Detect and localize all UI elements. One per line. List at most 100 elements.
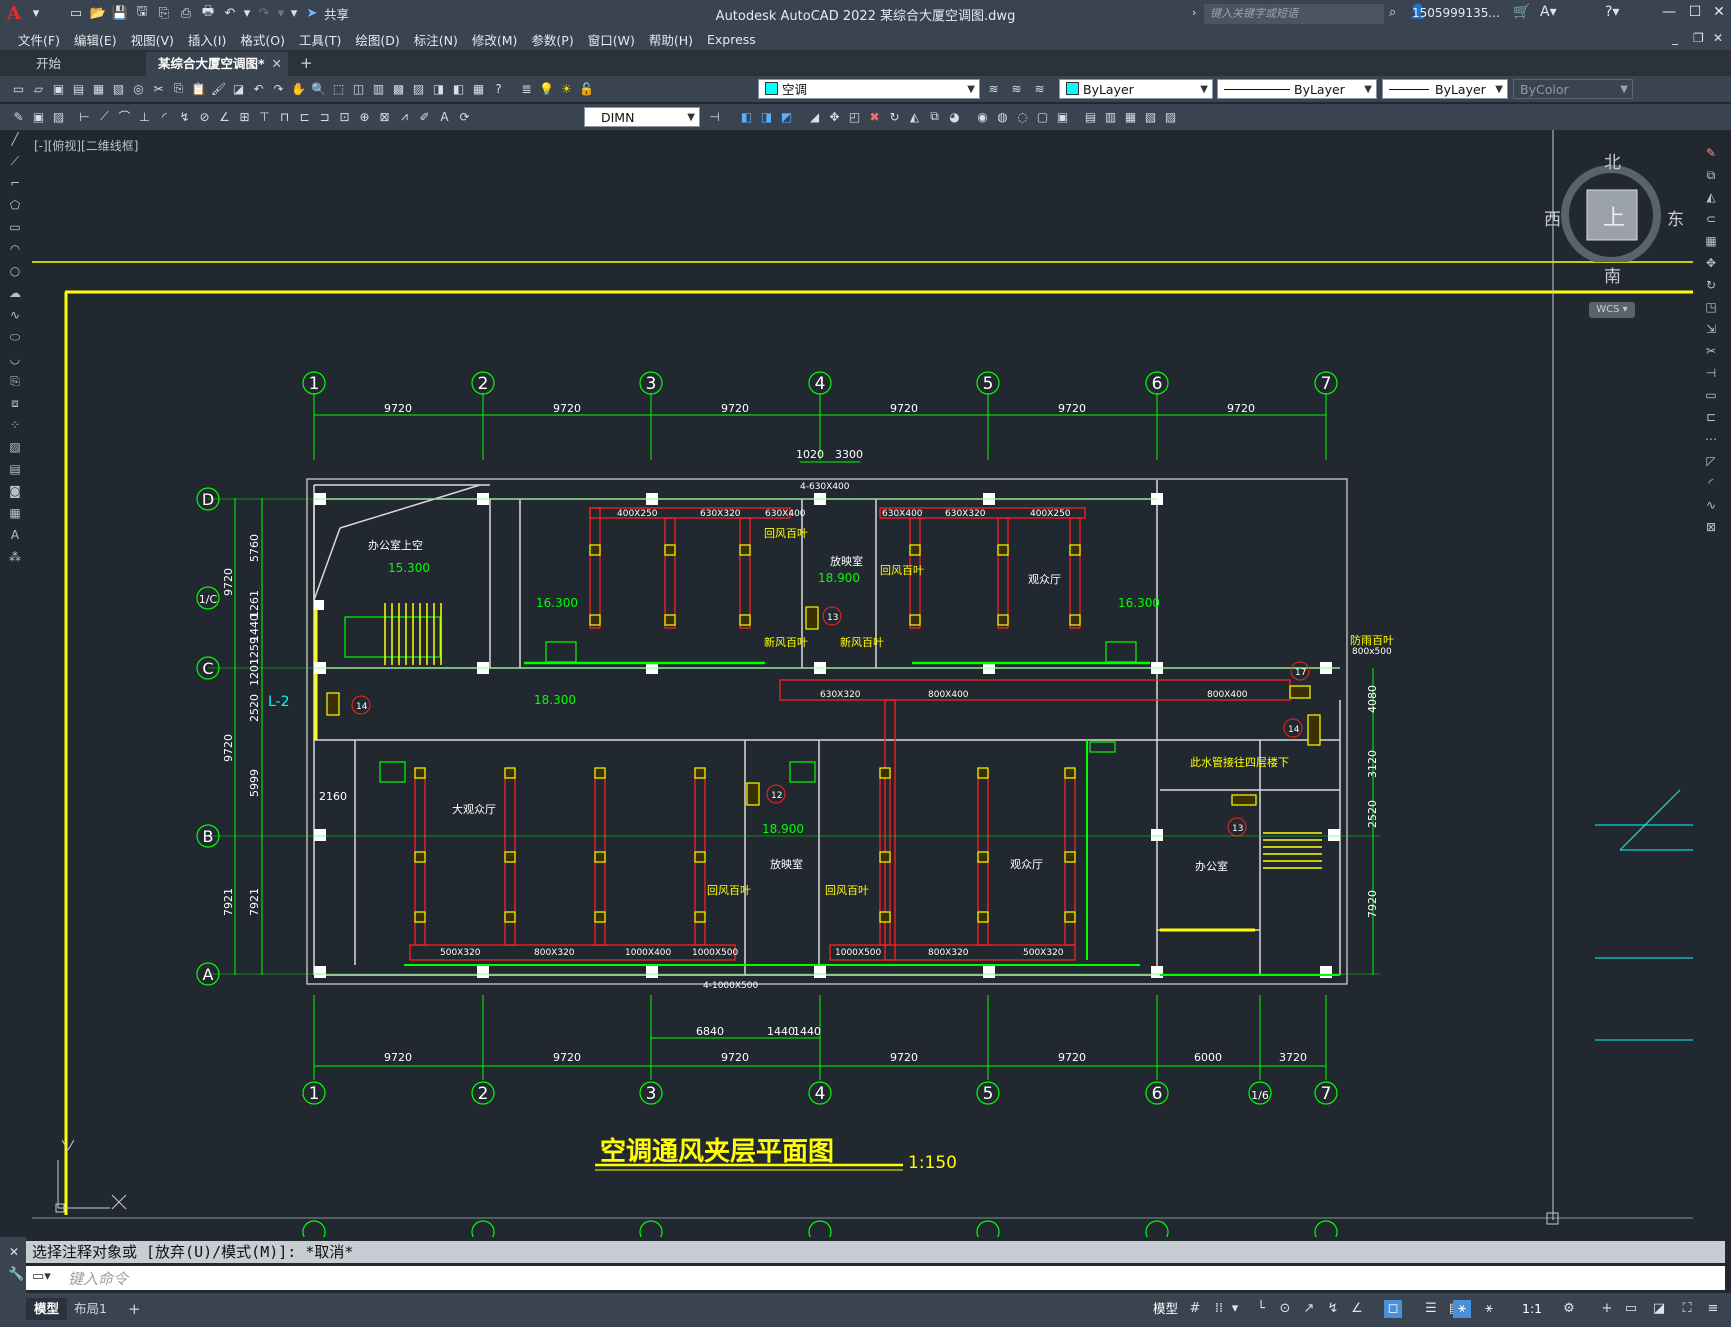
edit-icon[interactable]: ✎ [10,108,27,125]
account-name[interactable]: 1505999135... [1412,6,1500,20]
copy-icon[interactable]: ⎘ [170,80,187,97]
polyline-icon[interactable]: ⌐ [6,174,24,192]
viewcube[interactable]: 北 南 东 西 上 [1544,152,1684,287]
tolerance-icon[interactable]: ⊡ [336,108,353,125]
share-button[interactable]: 共享 [324,3,349,23]
dim-edit-icon[interactable]: ✐ [416,108,433,125]
expand-search-icon[interactable]: › [1192,6,1196,19]
dimstyle-dropdown[interactable]: DIMN ▼ [584,107,700,127]
menu-edit[interactable]: 编辑(E) [72,30,129,49]
break-at-point-icon[interactable]: ▭ [1702,386,1720,404]
hardware-acceleration-icon[interactable]: ◪ [1650,1300,1668,1318]
app-menu-caret-icon[interactable]: ▾ [26,3,46,23]
baseline-dim-icon[interactable]: ⊤ [256,108,273,125]
clean-screen-icon[interactable]: ⛶ [1678,1300,1696,1318]
arc-icon[interactable]: ◠ [6,240,24,258]
offset-faces-icon[interactable]: ◰ [846,108,863,125]
dim-break-icon[interactable]: ⊐ [316,108,333,125]
trim-icon[interactable]: ✂ [1702,342,1720,360]
cart-icon[interactable]: 🛒 [1513,4,1530,20]
workspace-gear-icon[interactable]: ⚙ [1560,1300,1578,1318]
application-menu-button[interactable]: A [4,3,24,24]
offset-icon[interactable]: ⊂ [1702,210,1720,228]
menu-modify[interactable]: 修改(M) [470,30,530,49]
markup-icon[interactable]: ◧ [450,80,467,97]
extend-icon[interactable]: ⊣ [1702,364,1720,382]
edit-block-icon[interactable]: ▣ [30,108,47,125]
circle-icon[interactable]: ○ [6,262,24,280]
layer-thaw-icon[interactable]: ☀ [558,80,575,97]
make-block-icon[interactable]: ⧈ [6,394,24,412]
close-button[interactable]: ✕ [1706,4,1731,24]
viewcube-south[interactable]: 南 [1604,262,1621,287]
customization-icon[interactable]: ≡ [1704,1300,1722,1318]
infer-constraints-icon[interactable]: └ [1252,1300,1270,1318]
pan-icon[interactable]: ✋ [290,80,307,97]
scale-icon[interactable]: ◳ [1702,298,1720,316]
zoom-previous-icon[interactable]: ◫ [350,80,367,97]
snap-icon[interactable]: ⁞⁞ [1210,1300,1228,1318]
layout-tab-model[interactable]: 模型 [26,1298,68,1320]
dimstyle-manager-icon[interactable]: ⊣ [706,108,723,125]
help-search-input[interactable]: 键入关键字或短语 [1204,4,1384,24]
plot-icon[interactable]: 🖶 [198,3,218,23]
move-icon[interactable]: ✥ [1702,254,1720,272]
solid-history-icon[interactable]: ▧ [1142,108,1159,125]
break-icon[interactable]: ⊏ [1702,408,1720,426]
copy-edges-icon[interactable]: ▤ [1082,108,1099,125]
aligned-dim-icon[interactable]: ⟋ [96,108,113,125]
lineweight-display-icon[interactable]: ☰ [1422,1300,1440,1318]
gradient-icon[interactable]: ▤ [6,460,24,478]
annotation-monitor-icon[interactable]: + [1598,1300,1616,1318]
match-prop-icon[interactable]: 🖌 [210,80,227,97]
paste-icon[interactable]: 📋 [190,80,207,97]
angular-dim-icon[interactable]: ∠ [216,108,233,125]
wcs-menu[interactable]: WCS ▾ [1589,302,1635,318]
menu-file[interactable]: 文件(F) [16,30,72,49]
polar-tracking-icon[interactable]: ↗ [1300,1300,1318,1318]
clean-icon[interactable]: ◍ [994,108,1011,125]
add-layout-icon[interactable]: + [120,1298,149,1320]
sheet-set-icon[interactable]: ◨ [430,80,447,97]
customize-icon[interactable]: 🔧 [8,1267,24,1282]
undo-dropdown-icon[interactable]: ▾ [242,3,252,23]
customize-qat-icon[interactable]: ▾ [288,3,300,23]
menu-help[interactable]: 帮助(H) [647,30,705,49]
radius-dim-icon[interactable]: ◜ [156,108,173,125]
region-icon[interactable]: ◙ [6,482,24,500]
preview-icon[interactable]: ▦ [90,80,107,97]
separate-icon[interactable]: ◌ [1014,108,1031,125]
ellipse-arc-icon[interactable]: ◡ [6,350,24,368]
snap-dropdown-icon[interactable]: ▾ [1230,1300,1240,1318]
jogged-linear-icon[interactable]: ⩘ [396,108,413,125]
quick-dim-icon[interactable]: ⊞ [236,108,253,125]
rotate-faces-icon[interactable]: ↻ [886,108,903,125]
color-edges-icon[interactable]: ▥ [1102,108,1119,125]
union-icon[interactable]: ◧ [738,108,755,125]
imprint-icon[interactable]: ◉ [974,108,991,125]
color-dropdown[interactable]: ByLayer ▼ [1059,79,1213,99]
annotation-visibility-icon[interactable]: ⚹ [1453,1300,1471,1318]
layer-on-icon[interactable]: 💡 [538,80,555,97]
lineweight-dropdown[interactable]: ByLayer ▼ [1382,79,1508,99]
viewcube-top-face[interactable]: 上 [1603,200,1625,232]
rotate-icon[interactable]: ↻ [1702,276,1720,294]
units-icon[interactable]: ▭ [1622,1300,1640,1318]
taper-faces-icon[interactable]: ◭ [906,108,923,125]
share-icon[interactable]: ➤ [302,3,322,23]
construction-line-icon[interactable]: ⟋ [6,152,24,170]
dim-space-icon[interactable]: ⊏ [296,108,313,125]
copy-faces-icon[interactable]: ⧉ [926,108,943,125]
properties-icon[interactable]: ▥ [370,80,387,97]
help-icon[interactable]: ?▾ [1605,4,1619,20]
make-current-layer-icon[interactable]: ≋ [985,80,1002,97]
object-snap-icon[interactable]: ◻ [1384,1300,1402,1318]
shell-icon[interactable]: ▢ [1034,108,1051,125]
spline-icon[interactable]: ∿ [6,306,24,324]
point-icon[interactable]: ⁘ [6,416,24,434]
erase-icon[interactable]: ✎ [1702,144,1720,162]
dim-text-edit-icon[interactable]: A [436,108,453,125]
cut-icon[interactable]: ✂ [150,80,167,97]
extract-edges-icon[interactable]: ▦ [1122,108,1139,125]
arc-length-icon[interactable]: ⌒ [116,108,133,125]
